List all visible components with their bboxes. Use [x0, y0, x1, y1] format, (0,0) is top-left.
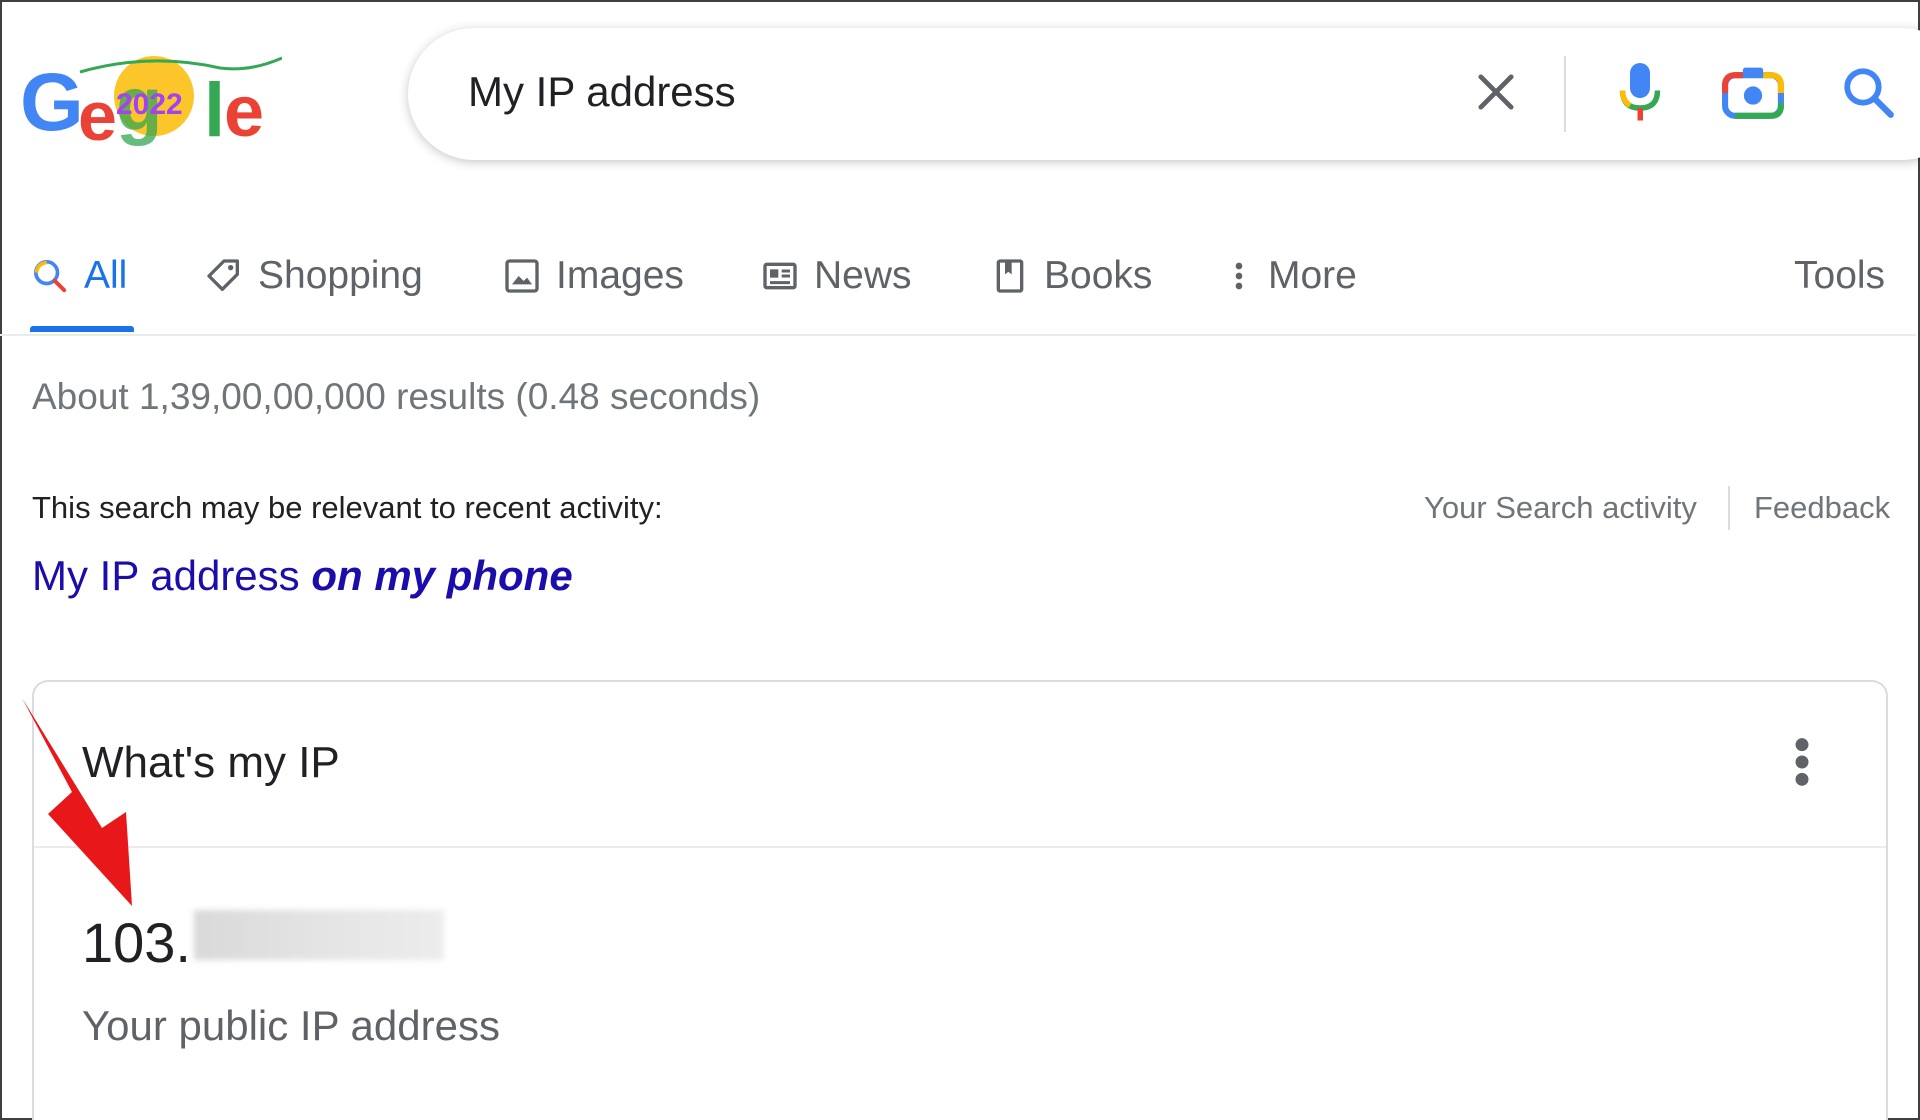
tab-images-label: Images — [556, 254, 684, 297]
related-search-link[interactable]: My IP address on my phone — [32, 552, 573, 600]
tab-shopping[interactable]: Shopping — [204, 246, 423, 306]
newspaper-icon — [763, 262, 797, 290]
svg-text:G: G — [20, 57, 84, 148]
tab-news-label: News — [814, 254, 912, 297]
search-input[interactable]: My IP address — [468, 68, 736, 116]
svg-text:l: l — [204, 68, 225, 152]
tools-label: Tools — [1794, 254, 1886, 297]
related-search-plain: My IP address — [32, 552, 300, 599]
tab-all-label: All — [84, 254, 128, 297]
doodle-year: 2022 — [116, 88, 183, 121]
more-options-icon[interactable] — [1792, 736, 1812, 788]
tab-shopping-label: Shopping — [258, 254, 423, 297]
ip-address-value: 103. — [82, 911, 191, 974]
kebab-icon — [1235, 262, 1243, 290]
search-tabs: All Shopping Images News Books More Tool… — [0, 232, 1916, 336]
tools-button[interactable]: Tools — [1794, 246, 1885, 306]
image-icon — [505, 259, 539, 293]
tabs-divider — [0, 334, 1916, 336]
red-arrow-annotation — [22, 698, 132, 906]
search-icon — [34, 260, 67, 293]
search-activity-link[interactable]: Your Search activity — [1424, 490, 1697, 526]
ip-redaction-blur — [194, 910, 444, 960]
results-stats: About 1,39,00,00,000 results (0.48 secon… — [32, 376, 761, 417]
tab-books-label: Books — [1044, 254, 1153, 297]
close-icon[interactable] — [1470, 66, 1522, 118]
book-icon — [996, 259, 1024, 293]
tab-news[interactable]: News — [760, 246, 912, 306]
microphone-icon[interactable] — [1610, 58, 1670, 128]
search-icon[interactable] — [1840, 64, 1898, 122]
google-doodle-logo[interactable]: G e g l e 2022 — [20, 52, 282, 152]
ip-caption: Your public IP address — [82, 1002, 500, 1049]
ip-answer-card: What's my IP 103. Your public IP address — [32, 680, 1888, 1120]
tab-all[interactable]: All — [30, 246, 127, 306]
relevance-notice: This search may be relevant to recent ac… — [32, 490, 663, 525]
feedback-link[interactable]: Feedback — [1754, 490, 1890, 526]
svg-text:e: e — [224, 72, 264, 152]
related-search-bold: on my phone — [311, 552, 573, 599]
search-box[interactable]: My IP address — [408, 28, 1920, 160]
camera-icon[interactable] — [1720, 62, 1786, 124]
tab-books[interactable]: Books — [990, 246, 1152, 306]
tab-images[interactable]: Images — [502, 246, 684, 306]
svg-text:e: e — [78, 77, 117, 152]
card-divider — [34, 846, 1886, 848]
links-divider — [1728, 486, 1730, 530]
active-tab-indicator — [30, 326, 134, 332]
search-box-divider — [1564, 56, 1566, 132]
tab-more-label: More — [1268, 254, 1357, 297]
tag-icon — [207, 259, 239, 291]
tab-more[interactable]: More — [1224, 246, 1357, 306]
